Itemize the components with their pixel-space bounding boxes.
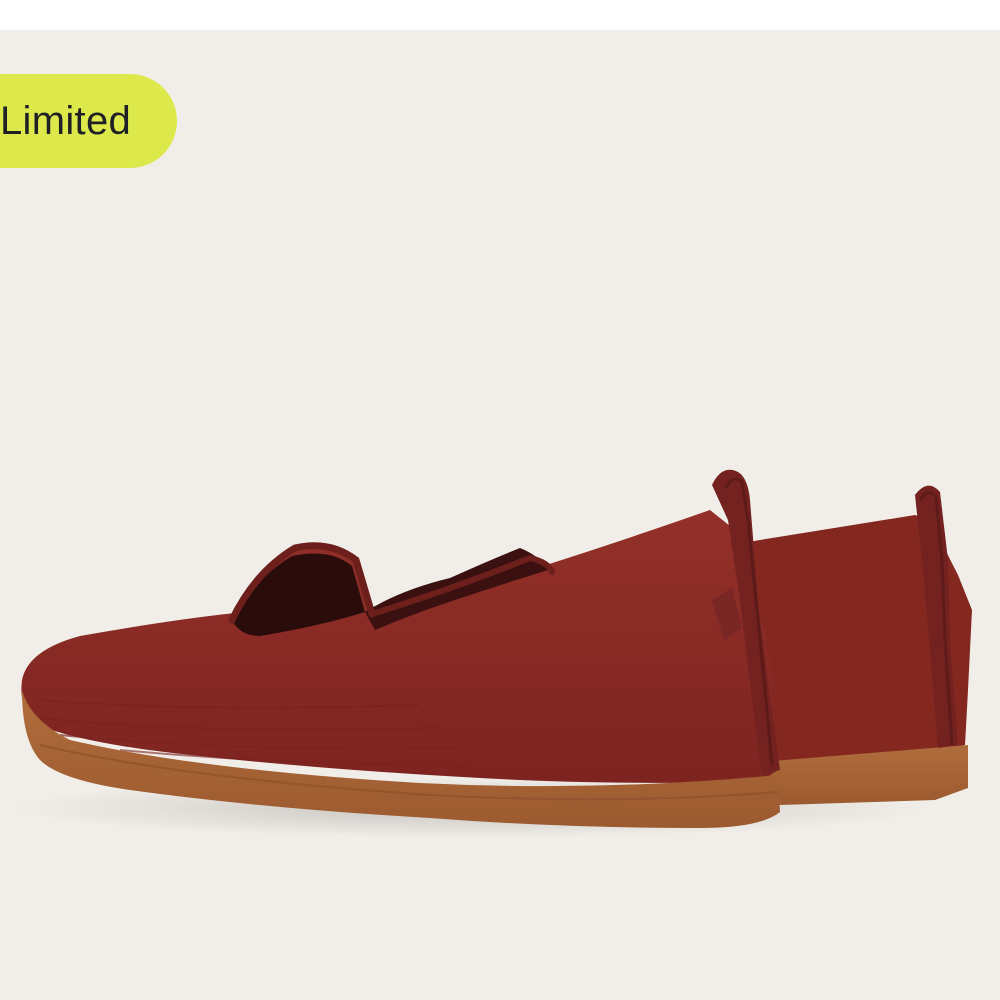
limited-badge: Limited (0, 74, 178, 168)
front-shoe (21, 469, 780, 828)
limited-badge-label: Limited (0, 98, 132, 143)
product-card[interactable]: Limited (0, 0, 1000, 1000)
